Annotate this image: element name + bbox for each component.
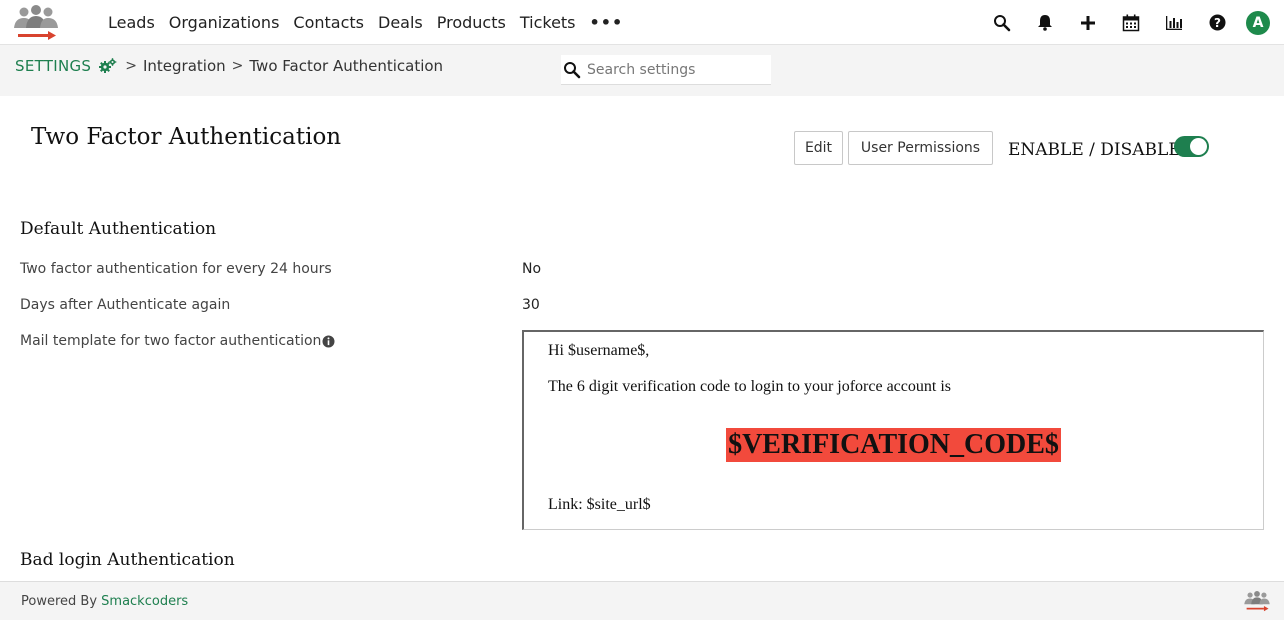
nav-contacts[interactable]: Contacts bbox=[293, 13, 364, 32]
mail-greeting: Hi $username$, bbox=[548, 342, 650, 359]
breadcrumb-integration-link[interactable]: Integration bbox=[143, 57, 226, 75]
breadcrumb: SETTINGS > Integration > Two Factor Auth… bbox=[15, 57, 449, 75]
settings-subbar: SETTINGS > Integration > Two Factor Auth… bbox=[0, 45, 1284, 96]
powered-by-label: Powered By bbox=[21, 594, 102, 609]
mail-link: Link: $site_url$ bbox=[548, 496, 651, 513]
nav-deals[interactable]: Deals bbox=[378, 13, 423, 32]
nav-tickets[interactable]: Tickets bbox=[520, 13, 576, 32]
default-authentication-heading: Default Authentication bbox=[20, 219, 217, 239]
field-value-days-after: 30 bbox=[522, 297, 540, 313]
verification-code-placeholder: $VERIFICATION_CODE$ bbox=[726, 428, 1061, 462]
page-title: Two Factor Authentication bbox=[31, 124, 342, 150]
footer-text: Powered By Smackcoders bbox=[21, 594, 188, 609]
nav-organizations[interactable]: Organizations bbox=[169, 13, 280, 32]
search-settings-input[interactable] bbox=[587, 61, 757, 78]
reports-chart-icon[interactable] bbox=[1163, 12, 1185, 34]
settings-search bbox=[561, 55, 771, 85]
info-icon[interactable] bbox=[322, 335, 335, 348]
calendar-icon[interactable] bbox=[1120, 12, 1142, 34]
field-value-every-24-hours: No bbox=[522, 261, 542, 277]
field-label-mail-template: Mail template for two factor authenticat… bbox=[20, 333, 335, 349]
app-logo-icon[interactable] bbox=[10, 4, 62, 44]
mail-template-preview: Hi $username$, The 6 digit verification … bbox=[522, 330, 1264, 530]
toggle-knob bbox=[1190, 138, 1207, 155]
settings-gears-icon[interactable] bbox=[99, 58, 117, 74]
footer: Powered By Smackcoders bbox=[0, 581, 1284, 620]
svg-text:?: ? bbox=[1214, 16, 1221, 30]
mail-template-label-text: Mail template for two factor authenticat… bbox=[20, 333, 322, 349]
main-menu: Leads Organizations Contacts Deals Produ… bbox=[108, 0, 623, 45]
nav-leads[interactable]: Leads bbox=[108, 13, 155, 32]
nav-toolbar: ? A bbox=[970, 0, 1270, 45]
mail-code-row: $VERIFICATION_CODE$ bbox=[524, 428, 1263, 462]
field-label-days-after: Days after Authenticate again bbox=[20, 297, 231, 313]
breadcrumb-settings-link[interactable]: SETTINGS bbox=[15, 57, 91, 75]
nav-products[interactable]: Products bbox=[437, 13, 506, 32]
bell-icon[interactable] bbox=[1034, 12, 1056, 34]
smackcoders-link[interactable]: Smackcoders bbox=[101, 594, 188, 609]
breadcrumb-separator: > bbox=[231, 58, 244, 74]
plus-icon[interactable] bbox=[1077, 12, 1099, 34]
breadcrumb-current: Two Factor Authentication bbox=[249, 57, 444, 75]
more-menu-button[interactable]: ••• bbox=[590, 13, 624, 32]
user-avatar[interactable]: A bbox=[1246, 10, 1270, 35]
mail-body: The 6 digit verification code to login t… bbox=[548, 378, 951, 395]
edit-button[interactable]: Edit bbox=[794, 131, 843, 165]
enable-disable-toggle[interactable] bbox=[1174, 136, 1209, 157]
breadcrumb-separator: > bbox=[125, 58, 137, 74]
top-nav: Leads Organizations Contacts Deals Produ… bbox=[0, 0, 1284, 45]
enable-disable-label: ENABLE / DISABLE bbox=[1008, 140, 1181, 160]
footer-logo-icon bbox=[1242, 587, 1272, 617]
bad-login-authentication-heading: Bad login Authentication bbox=[20, 550, 235, 570]
search-icon bbox=[563, 61, 581, 79]
help-icon[interactable]: ? bbox=[1206, 12, 1228, 34]
field-label-every-24-hours: Two factor authentication for every 24 h… bbox=[20, 261, 332, 277]
user-permissions-button[interactable]: User Permissions bbox=[848, 131, 993, 165]
search-icon[interactable] bbox=[991, 12, 1013, 34]
